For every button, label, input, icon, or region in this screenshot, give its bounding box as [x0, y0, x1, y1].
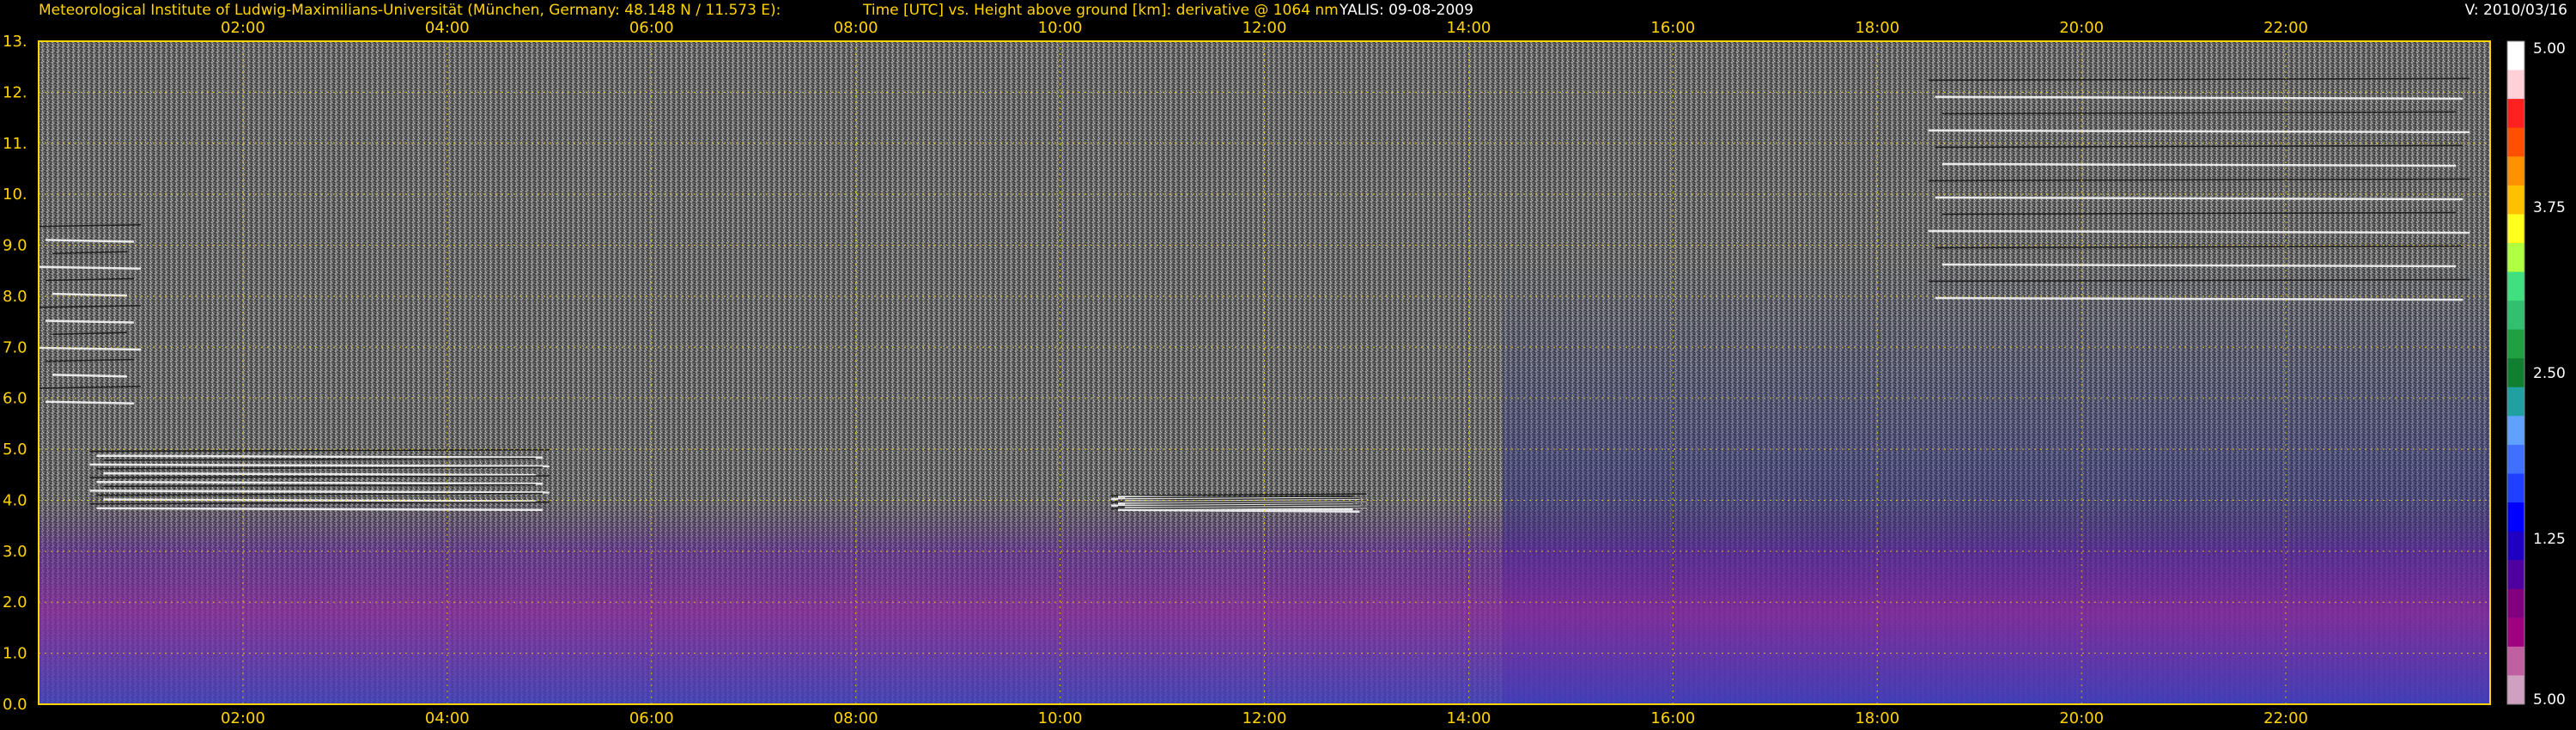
instrument-date: YALIS: 09-08-2009 [1339, 2, 1473, 19]
x-tick-label-bottom: 06:00 [629, 709, 674, 727]
x-tick-label-bottom: 08:00 [834, 709, 878, 727]
y-tick-label: 0.0 [3, 696, 27, 714]
y-tick-label: 12. [3, 83, 27, 101]
x-tick-label-top: 18:00 [1855, 19, 1899, 37]
colorbar-cell [2507, 271, 2524, 301]
colorbar-cell [2507, 617, 2524, 648]
colorbar-cell [2507, 588, 2524, 618]
colorbar-label: 3.75 [2533, 199, 2566, 216]
x-tick-label-top: 12:00 [1242, 19, 1287, 37]
y-tick-label: 2.0 [3, 593, 27, 611]
colorbar-cell [2507, 41, 2524, 71]
colorbar: 5.00 3.75 2.50 1.25 5.00 [2506, 40, 2566, 709]
colorbar-cell [2507, 127, 2524, 157]
x-tick-label-top: 20:00 [2059, 19, 2104, 37]
colorbar-label: 2.50 [2533, 365, 2566, 382]
colorbar-cell [2507, 386, 2524, 417]
x-tick-label-top: 04:00 [425, 19, 470, 37]
y-tick-label: 3.0 [3, 543, 27, 561]
colorbar-cell [2507, 156, 2524, 186]
colorbar-cell [2507, 214, 2524, 244]
x-tick-label-top: 14:00 [1446, 19, 1491, 37]
x-tick-label-bottom: 18:00 [1855, 709, 1899, 727]
colorbar-cell [2507, 329, 2524, 359]
colorbar-cell [2507, 301, 2524, 331]
colorbar-label: 5.00 [2533, 691, 2566, 709]
x-tick-label-top: 08:00 [834, 19, 878, 37]
colorbar-cell [2507, 531, 2524, 561]
y-tick-label: 13. [3, 33, 27, 51]
x-tick-label-bottom: 22:00 [2263, 709, 2308, 727]
x-tick-label-top: 06:00 [629, 19, 674, 37]
feature-4 [1111, 493, 1367, 513]
x-ticks-bottom: 02:00 04:00 06:00 08:00 10:00 12:00 14:00 16:00… [221, 709, 2308, 727]
colorbar-cell [2507, 99, 2524, 129]
x-tick-label-top: 22:00 [2263, 19, 2308, 37]
colorbar-cell [2507, 473, 2524, 503]
y-tick-label: 1.0 [3, 645, 27, 663]
y-tick-label: 11. [3, 135, 27, 153]
colorbar-cell [2507, 560, 2524, 590]
y-tick-label: 5.0 [3, 441, 27, 459]
y-tick-label: 7.0 [3, 338, 27, 356]
colorbar-cell [2507, 502, 2524, 532]
plot-area [38, 41, 2490, 704]
y-ticks: 0.0 1.0 2.0 3.0 4.0 5.0 6.0 7.0 8.0 9.0 10. 11. 12. 1… [3, 33, 27, 714]
colorbar-cell [2507, 444, 2524, 474]
y-tick-label: 9.0 [3, 237, 27, 255]
y-tick-label: 10. [3, 186, 27, 204]
colorbar-cell [2507, 185, 2524, 215]
colorbar-cell [2507, 70, 2524, 100]
colorbar-cell [2507, 646, 2524, 676]
version-label: V: 2010/03/16 [2465, 2, 2567, 19]
x-tick-label-bottom: 16:00 [1650, 709, 1695, 727]
plot-title: Time [UTC] vs. Height above ground [km]:… [862, 2, 1339, 19]
colorbar-label: 5.00 [2533, 40, 2566, 58]
x-tick-label-bottom: 10:00 [1038, 709, 1083, 727]
colorbar-cell [2507, 416, 2524, 446]
y-tick-label: 4.0 [3, 491, 27, 509]
y-tick-label: 6.0 [3, 390, 27, 408]
lidar-chart: Meteorological Institute of Ludwig-Maxim… [3, 2, 2567, 727]
x-tick-label-bottom: 20:00 [2059, 709, 2104, 727]
colorbar-cells [2507, 41, 2524, 705]
x-tick-label-bottom: 12:00 [1242, 709, 1287, 727]
lidar-plot-window: Meteorological Institute of Ludwig-Maxim… [0, 0, 2576, 730]
institute-label: Meteorological Institute of Ludwig-Maxim… [39, 2, 781, 19]
colorbar-label: 1.25 [2533, 531, 2566, 548]
x-tick-label-bottom: 14:00 [1446, 709, 1491, 727]
colorbar-labels: 5.00 3.75 2.50 1.25 5.00 [2533, 40, 2566, 709]
x-tick-label-bottom: 04:00 [425, 709, 470, 727]
colorbar-cell [2507, 358, 2524, 388]
x-tick-label-bottom: 02:00 [221, 709, 265, 727]
x-tick-label-top: 16:00 [1650, 19, 1695, 37]
colorbar-cell [2507, 675, 2524, 705]
x-tick-label-top: 10:00 [1038, 19, 1083, 37]
x-ticks-top: 02:00 04:00 06:00 08:00 10:00 12:00 14:00 16:00… [221, 19, 2308, 37]
colorbar-cell [2507, 242, 2524, 273]
x-tick-label-top: 02:00 [221, 19, 265, 37]
y-tick-label: 8.0 [3, 288, 27, 306]
